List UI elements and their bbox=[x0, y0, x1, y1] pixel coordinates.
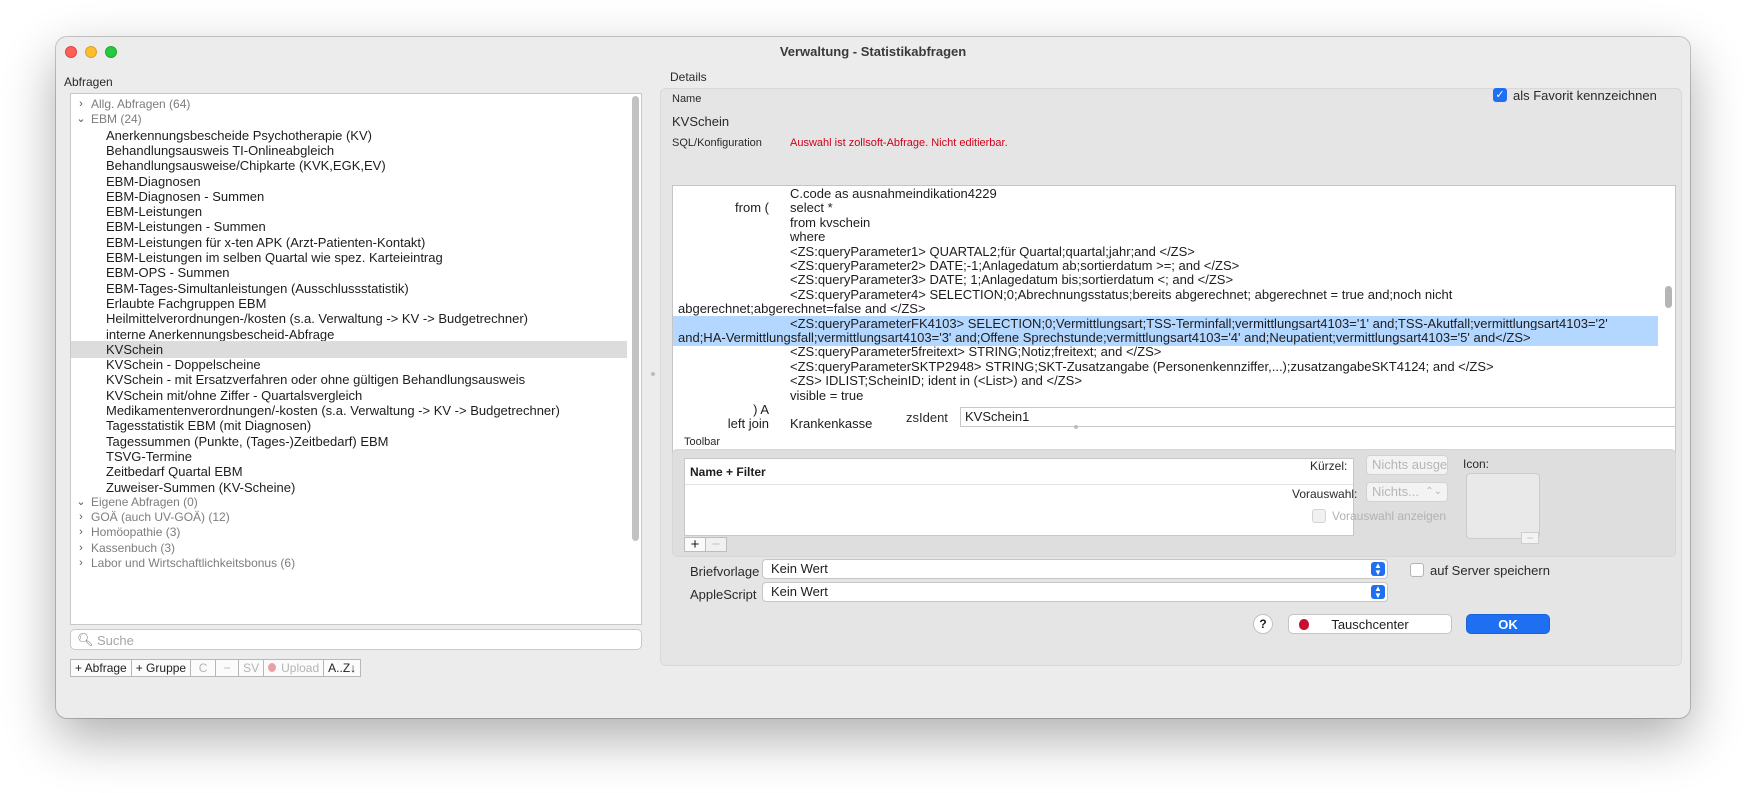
briefvorlage-value: Kein Wert bbox=[771, 561, 828, 576]
tree-button-bar: + Abfrage + Gruppe C − SV Upload A..Z↓ bbox=[70, 659, 362, 677]
sql-scrollbar[interactable] bbox=[1665, 286, 1672, 308]
window-title: Verwaltung - Statistikabfragen bbox=[779, 44, 967, 59]
name-label: Name bbox=[672, 93, 702, 105]
zsident-field[interactable]: KVSchein1 bbox=[960, 407, 1676, 427]
sql-editor[interactable]: C.code as ausnahmeindikation4229 from (se… bbox=[672, 185, 1676, 470]
applescript-value: Kein Wert bbox=[771, 584, 828, 599]
search-placeholder: Suche bbox=[97, 633, 134, 648]
sql-line-text: Krankenkasse bbox=[790, 416, 873, 432]
tauschcenter-label: Tauschcenter bbox=[1331, 617, 1409, 632]
vorauswahl-anzeigen-label: Vorauswahl anzeigen bbox=[1332, 509, 1447, 523]
vorauswahl-anzeigen-checkbox[interactable] bbox=[1312, 509, 1326, 523]
name-value[interactable]: KVSchein bbox=[672, 114, 729, 129]
vorauswahl-select[interactable]: Nichts... ⌃⌄ bbox=[1366, 482, 1448, 502]
sql-label: SQL/Konfiguration bbox=[672, 137, 762, 149]
remove-button[interactable]: − bbox=[215, 659, 240, 677]
readonly-warning: Auswahl ist zollsoft-Abfrage. Nicht edit… bbox=[790, 137, 1008, 149]
kuerzel-field[interactable]: Nichts ausgewählt bbox=[1366, 455, 1448, 475]
chevron-updown-icon: ⌃⌄ bbox=[1425, 486, 1442, 497]
tree-group[interactable]: › Labor und Wirtschaftlichkeitsbonus (6) bbox=[71, 555, 627, 572]
tree-scrollbar[interactable] bbox=[632, 96, 639, 541]
apple-icon bbox=[1299, 619, 1309, 630]
remove-toolbar-item-button[interactable]: − bbox=[705, 537, 727, 552]
remove-icon-button[interactable]: − bbox=[1521, 532, 1539, 544]
vorauswahl-label: Vorauswahl: bbox=[1292, 487, 1358, 501]
sort-button[interactable]: A..Z↓ bbox=[323, 659, 362, 677]
icon-label: Icon: bbox=[1463, 457, 1490, 471]
main-window: Verwaltung - Statistikabfragen Abfragen … bbox=[56, 37, 1690, 718]
table-header-name-filter[interactable]: Name + Filter bbox=[685, 459, 1353, 485]
applescript-label: AppleScript bbox=[690, 587, 757, 602]
upload-button[interactable]: Upload bbox=[263, 659, 325, 677]
kuerzel-label: Kürzel: bbox=[1310, 459, 1348, 473]
upload-label: Upload bbox=[281, 661, 320, 675]
tauschcenter-button[interactable]: Tauschcenter bbox=[1288, 614, 1452, 634]
chevron-updown-icon: ▲ ▼ bbox=[1371, 585, 1385, 600]
sql-keyword: left join bbox=[727, 416, 769, 432]
toolbar-table[interactable]: Name + Filter bbox=[684, 458, 1354, 536]
queries-label: Abfragen bbox=[64, 75, 113, 89]
chevron-right-icon[interactable]: › bbox=[75, 555, 87, 572]
toolbar-label: Toolbar bbox=[684, 436, 721, 448]
favorite-label: als Favorit kennzeichnen bbox=[1513, 88, 1657, 103]
help-button[interactable]: ? bbox=[1253, 614, 1273, 634]
title-bar: Verwaltung - Statistikabfragen bbox=[56, 37, 1690, 65]
add-group-button[interactable]: + Gruppe bbox=[130, 659, 192, 677]
server-save-checkbox[interactable] bbox=[1410, 563, 1424, 577]
vorauswahl-value: Nichts... bbox=[1372, 484, 1419, 499]
copy-button[interactable]: C bbox=[190, 659, 217, 677]
add-query-button[interactable]: + Abfrage bbox=[70, 659, 132, 677]
split-view-divider[interactable] bbox=[651, 372, 655, 376]
sv-button[interactable]: SV bbox=[238, 659, 265, 677]
apple-icon bbox=[268, 663, 277, 672]
tree-row-label: Labor und Wirtschaftlichkeitsbonus (6) bbox=[91, 556, 296, 570]
favorite-checkbox[interactable]: ✓ bbox=[1493, 88, 1507, 102]
ok-button[interactable]: OK bbox=[1466, 614, 1550, 634]
search-icon: 🔍︎ bbox=[77, 632, 94, 647]
add-toolbar-item-button[interactable]: + bbox=[684, 537, 706, 552]
zsident-label: zsIdent bbox=[906, 410, 948, 425]
icon-well[interactable] bbox=[1466, 473, 1540, 539]
server-save-label: auf Server speichern bbox=[1430, 563, 1550, 578]
search-field[interactable]: 🔍︎ Suche bbox=[70, 629, 642, 650]
horizontal-divider[interactable] bbox=[1074, 425, 1078, 429]
briefvorlage-label: Briefvorlage bbox=[690, 564, 760, 579]
briefvorlage-select[interactable]: Kein Wert ▲ ▼ bbox=[762, 559, 1388, 579]
query-tree[interactable]: › Allg. Abfragen (64) ⌄ EBM (24) Anerkennung… bbox=[70, 93, 642, 625]
chevron-updown-icon: ▲ ▼ bbox=[1371, 562, 1385, 577]
applescript-select[interactable]: Kein Wert ▲ ▼ bbox=[762, 582, 1388, 602]
details-label: Details bbox=[670, 70, 707, 84]
